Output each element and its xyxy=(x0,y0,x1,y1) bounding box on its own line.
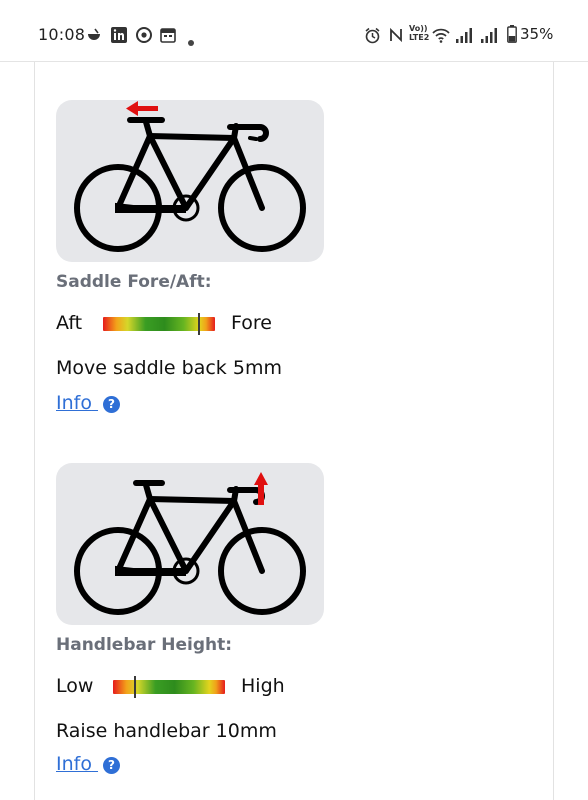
handlebar-height-section: Handlebar Height: Low High Raise handleb… xyxy=(56,463,456,783)
info-question-icon: ? xyxy=(103,757,121,774)
nfc-icon xyxy=(389,27,403,47)
saddle-gauge xyxy=(103,313,215,335)
handlebar-gauge-needle xyxy=(134,676,137,698)
saddle-advice: Move saddle back 5mm xyxy=(56,357,282,379)
info-link-label: Info xyxy=(56,753,92,775)
battery-percent: 35% xyxy=(520,25,554,43)
move-back-arrow-icon xyxy=(126,101,158,116)
saddle-gauge-needle xyxy=(198,313,201,335)
scale-right-label: Fore xyxy=(231,312,272,334)
saddle-scale: Aft Fore xyxy=(56,312,356,336)
status-time: 10:08 xyxy=(38,25,86,44)
volte-icon: Vo)) LTE2 xyxy=(409,24,430,42)
linkedin-icon xyxy=(111,27,127,47)
status-bar: 10:08 Vo)) LTE2 35% xyxy=(0,0,588,62)
alarm-icon xyxy=(364,27,381,48)
signal-icon xyxy=(481,27,498,47)
handlebar-gauge xyxy=(113,676,225,698)
scale-left-label: Low xyxy=(56,675,94,697)
saddle-label: Saddle Fore/Aft: xyxy=(56,272,212,292)
signal-icon xyxy=(456,27,473,47)
battery-icon xyxy=(507,25,517,47)
info-link-label: Info xyxy=(56,392,92,414)
handlebar-info-link[interactable]: Info ? xyxy=(56,753,121,775)
handlebar-scale: Low High xyxy=(56,675,356,699)
wifi-icon xyxy=(432,27,450,47)
chrome-icon xyxy=(136,27,152,47)
handlebar-bike-image xyxy=(56,463,324,625)
dot-icon xyxy=(188,31,194,50)
bowl-icon xyxy=(86,27,102,47)
saddle-fore-aft-section: Saddle Fore/Aft: Aft Fore Move saddle ba… xyxy=(56,100,456,420)
calendar-icon xyxy=(160,27,176,47)
info-question-icon: ? xyxy=(103,396,121,413)
handlebar-advice: Raise handlebar 10mm xyxy=(56,720,277,742)
saddle-info-link[interactable]: Info ? xyxy=(56,392,121,414)
scale-right-label: High xyxy=(241,675,285,697)
handlebar-label: Handlebar Height: xyxy=(56,635,233,655)
saddle-bike-image xyxy=(56,100,324,262)
scale-left-label: Aft xyxy=(56,312,83,334)
